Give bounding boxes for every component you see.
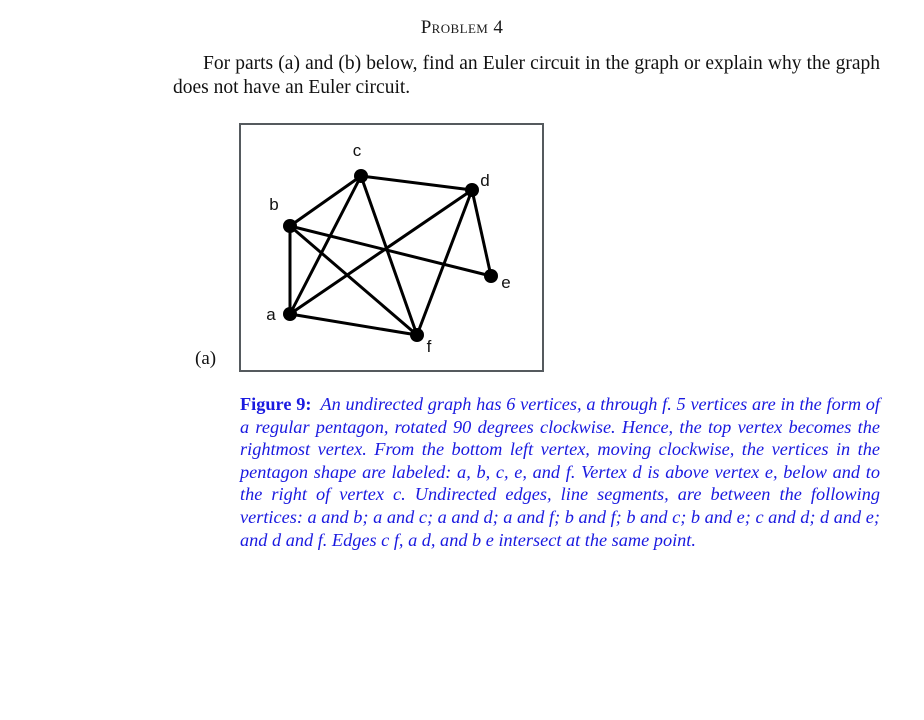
figure-caption-text: An undirected graph has 6 vertices, a th… bbox=[240, 394, 880, 550]
graph-vertex-label-e: e bbox=[501, 273, 510, 292]
euler-circuit-graph: a b c d e f bbox=[266, 141, 510, 356]
graph-vertex-label-b: b bbox=[269, 195, 278, 214]
graph-edge-b-c bbox=[288, 174, 363, 228]
graph-vertex-label-f: f bbox=[427, 337, 432, 356]
figure-caption-label: Figure 9: bbox=[240, 394, 312, 414]
graph-vertex-label-d: d bbox=[480, 171, 489, 190]
graph-vertex-c bbox=[354, 169, 368, 183]
graph-edge-layer bbox=[288, 174, 493, 337]
graph-vertex-a bbox=[283, 307, 297, 321]
problem-statement-paragraph: For parts (a) and (b) below, find an Eul… bbox=[173, 53, 880, 98]
figure-caption: Figure 9: An undirected graph has 6 verti… bbox=[240, 393, 880, 551]
graph-vertex-e bbox=[484, 269, 498, 283]
graph-edge-a-c bbox=[288, 174, 363, 316]
page-title: Problem 4 bbox=[420, 17, 504, 38]
graph-edge-d-f bbox=[415, 188, 474, 337]
graph-vertex-b bbox=[283, 219, 297, 233]
figure-container: (a) a b c d e f bbox=[195, 123, 544, 372]
graph-vertex-label-c: c bbox=[353, 141, 362, 160]
graph-edge-c-d bbox=[359, 174, 474, 192]
graph-vertex-f bbox=[410, 328, 424, 342]
graph-vertex-label-a: a bbox=[266, 305, 276, 324]
graph-edge-d-e bbox=[470, 188, 493, 278]
subfigure-label-a: (a) bbox=[195, 348, 217, 369]
graph-vertex-d bbox=[465, 183, 479, 197]
